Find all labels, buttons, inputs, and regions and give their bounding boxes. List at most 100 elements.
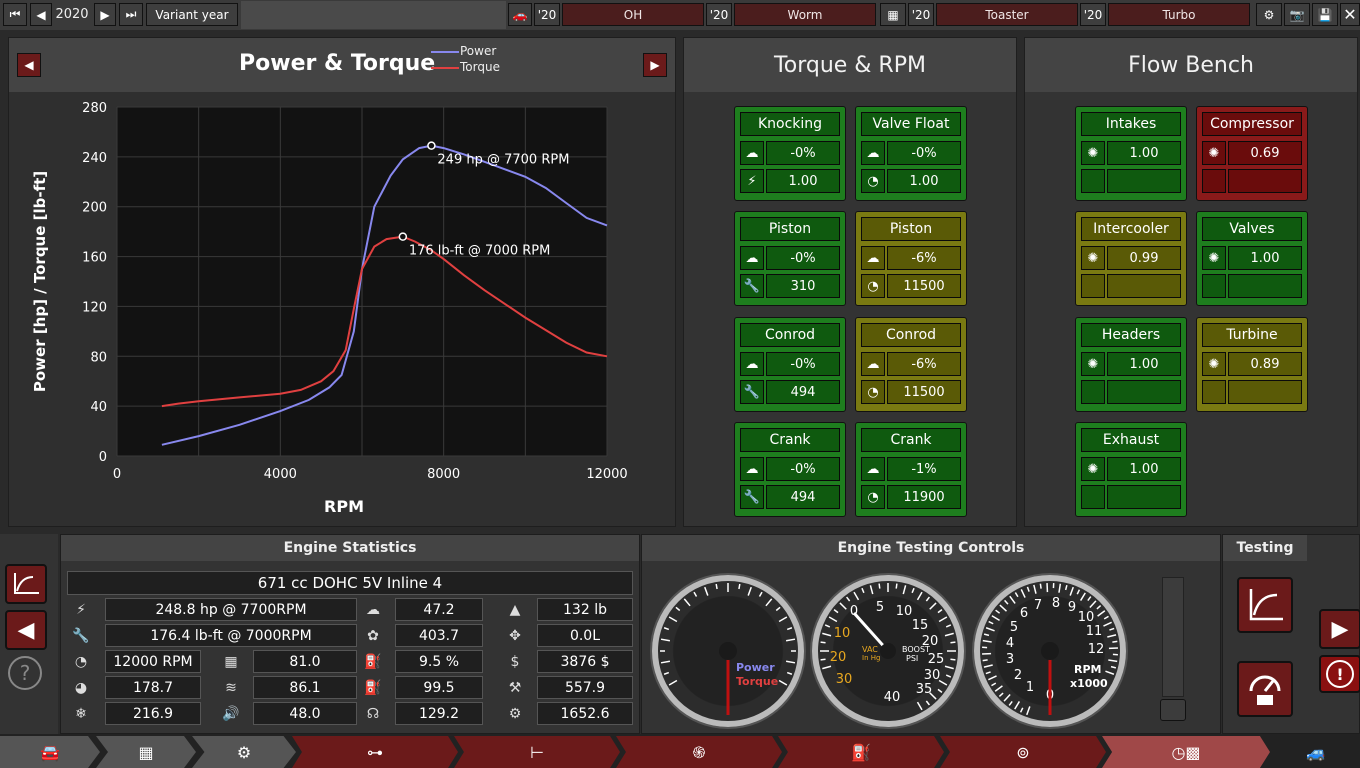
nav-head-icon[interactable]: ⚙ [192, 736, 296, 768]
card-title: Exhaust [1081, 428, 1181, 452]
torque-card-crank[interactable]: Crank ☁ -0% 🔧 494 [734, 422, 846, 517]
model-name[interactable]: OH [562, 3, 704, 26]
torque-card-crank[interactable]: Crank ☁ -1% ◔ 11900 [855, 422, 967, 517]
card-title: Intakes [1081, 112, 1181, 136]
stat-noise: 48.0 [253, 702, 357, 725]
stat-emissions: 216.9 [105, 702, 201, 725]
help-icon[interactable]: ? [8, 656, 42, 690]
gauge-tick [950, 658, 956, 661]
torque-card-conrod[interactable]: Conrod ☁ -0% 🔧 494 [734, 317, 846, 412]
legend-torque-label: Torque [460, 60, 500, 74]
tach-scale-number: 6 [1020, 606, 1028, 621]
car-icon[interactable]: 🚗 [508, 3, 532, 26]
flow-card-valves[interactable]: Valves ✺ 1.00 [1196, 211, 1308, 306]
tach-scale-number: 7 [1034, 598, 1042, 613]
weight-icon: ▲ [509, 601, 521, 618]
smoothness-icon: ≋ [225, 679, 237, 696]
nav-turbo-icon[interactable]: ֍ [616, 736, 782, 768]
gauge-tick [983, 664, 993, 668]
flow-card-exhaust[interactable]: Exhaust ✺ 1.00 [1075, 422, 1187, 517]
torque-card-valve-float[interactable]: Valve Float ☁ -0% ◔ 1.00 [855, 106, 967, 201]
empty-value [1107, 274, 1181, 298]
variant-name[interactable]: Turbo [1108, 3, 1250, 26]
engine-statistics-title: Engine Statistics [61, 535, 639, 561]
warning-icon[interactable]: ! [1319, 655, 1360, 693]
last-year-button[interactable]: ⏭ [119, 3, 143, 26]
forward-arrow-button[interactable]: ▶ [1319, 609, 1360, 649]
nav-cam-icon[interactable]: ⊢ [454, 736, 620, 768]
stat-m2: 403.7 [395, 624, 483, 647]
gauge-tick [822, 665, 832, 670]
settings-gear-icon[interactable]: ⚙ [1256, 3, 1282, 26]
nav-block-icon[interactable]: ▦ [96, 736, 196, 768]
gauge-tick [988, 675, 997, 681]
tach-scale-number: 11 [1086, 624, 1103, 639]
family-name[interactable]: Toaster [936, 3, 1078, 26]
y-tick-label: 120 [82, 300, 107, 315]
x-tick-label: 0 [113, 467, 121, 482]
camera-icon[interactable]: 📷 [1284, 3, 1310, 26]
variant-year-button[interactable]: Variant year [146, 3, 238, 26]
gauge-tick [1008, 700, 1013, 706]
prev-year-button[interactable]: ◀ [30, 3, 52, 26]
flow-card-intakes[interactable]: Intakes ✺ 1.00 [1075, 106, 1187, 201]
production-icon: ⚒ [508, 679, 522, 696]
throttle-slider-track[interactable] [1162, 577, 1184, 697]
gauge-tick [778, 679, 788, 686]
card-value-percent: -0% [766, 141, 840, 165]
gauge-tick [1112, 640, 1118, 643]
back-arrow-button[interactable]: ◀ [5, 610, 47, 650]
flow-card-compressor[interactable]: Compressor ✺ 0.69 [1196, 106, 1308, 201]
stat-cost: 3876 $ [537, 650, 633, 673]
chart-next-button[interactable]: ▶ [643, 53, 667, 77]
next-year-button[interactable]: ▶ [94, 3, 116, 26]
gauge-tick [982, 659, 988, 662]
gauge-tick [1105, 670, 1115, 675]
stat-production: 557.9 [537, 676, 633, 699]
gauge-tick [1076, 589, 1081, 595]
stat-cooling: 81.0 [253, 650, 357, 673]
dyno-graph-icon[interactable] [5, 564, 47, 604]
empty-slot [1202, 380, 1226, 404]
first-year-button[interactable]: ⏮ [3, 3, 27, 26]
trim-name[interactable]: Worm [734, 3, 876, 26]
chart-prev-button[interactable]: ◀ [17, 53, 41, 77]
y-tick-label: 0 [99, 450, 107, 465]
nav-car-silhouette-icon[interactable]: 🚙 [1272, 736, 1360, 768]
nav-crank-icon[interactable]: ⊶ [292, 736, 458, 768]
gauge-tick [929, 602, 937, 610]
peak-annotation: 249 hp @ 7700 RPM [437, 153, 569, 168]
nav-fuel-icon[interactable]: ⛽ [778, 736, 944, 768]
save-disk-icon[interactable]: 💾 [1312, 3, 1338, 26]
throttle-test-icon[interactable] [1237, 661, 1293, 717]
flow-card-turbine[interactable]: Turbine ✺ 0.89 [1196, 317, 1308, 412]
wrench-icon: 🔧 [740, 274, 764, 298]
year-value: 2020 [55, 7, 89, 22]
torque-card-knocking[interactable]: Knocking ☁ -0% ⚡ 1.00 [734, 106, 846, 201]
dyno-test-icon[interactable] [1237, 577, 1293, 633]
flow-card-intercooler[interactable]: Intercooler ✺ 0.99 [1075, 211, 1187, 306]
nav-test-icon[interactable]: ◷▩ [1102, 736, 1270, 768]
gauge-tick [991, 682, 997, 687]
boost-scale-number: 35 [916, 682, 933, 697]
card-title: Piston [861, 217, 961, 241]
torque-card-piston[interactable]: Piston ☁ -6% ◔ 11500 [855, 211, 967, 306]
stat-m5: 129.2 [395, 702, 483, 725]
torque-card-piston[interactable]: Piston ☁ -0% 🔧 310 [734, 211, 846, 306]
gauge-tick [1087, 596, 1092, 602]
engine-block-icon[interactable]: ▦ [880, 3, 906, 26]
nav-exhaust-icon[interactable]: ⊚ [940, 736, 1106, 768]
flow-card-headers[interactable]: Headers ✺ 1.00 [1075, 317, 1187, 412]
gauge-tick [1096, 605, 1102, 610]
gauge-icon: ◔ [861, 169, 885, 193]
gauge-torque-label: Torque [736, 675, 779, 688]
nav-car-icon[interactable]: 🚘 [0, 736, 100, 768]
card-value: 1.00 [1107, 457, 1181, 481]
tach-scale-number: 1 [1026, 680, 1034, 695]
gauge-tick [1069, 586, 1074, 596]
throttle-slider-handle[interactable] [1160, 699, 1186, 721]
torque-card-conrod[interactable]: Conrod ☁ -6% ◔ 11500 [855, 317, 967, 412]
peak-annotation: 176 lb-ft @ 7000 RPM [409, 244, 551, 259]
gauge-tick [1020, 589, 1026, 598]
close-icon[interactable]: ✕ [1340, 3, 1360, 26]
